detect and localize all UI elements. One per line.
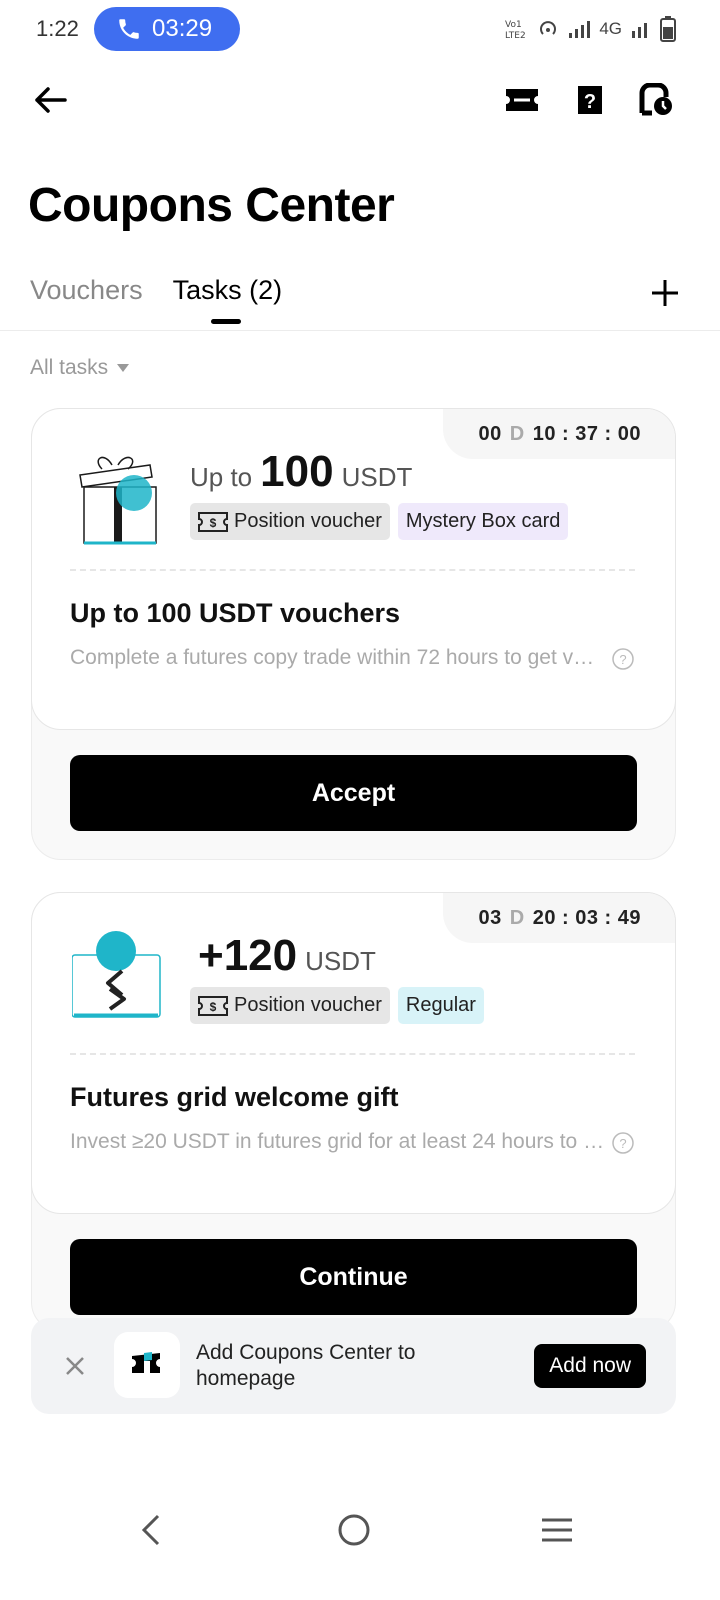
question-circle-icon[interactable]: ? [611,1131,635,1155]
filter-label: All tasks [30,356,109,379]
countdown-timer: 03 D 20 : 03 : 49 [442,893,675,943]
continue-button[interactable]: Continue [70,1239,637,1315]
page-title: Coupons Center [28,179,395,232]
task-description: Complete a futures copy trade within 72 … [70,646,605,669]
divider [0,330,720,331]
history-icon [639,83,672,116]
dashed-divider [70,1053,635,1055]
nav-home-button[interactable] [334,1510,374,1550]
voucher-icon: $ [198,995,228,1016]
amount-value: 100 [260,447,334,496]
svg-text:LTE2: LTE2 [505,31,526,40]
ongoing-call-pill[interactable]: 03:29 [94,7,240,51]
dashed-divider [70,569,635,571]
close-icon[interactable] [61,1352,89,1380]
tab-tasks[interactable]: Tasks (2) [173,275,282,324]
reward-amount: +120 USDT [190,931,376,981]
position-voucher-tag: $ Position voucher [190,503,390,540]
hamburger-menu-icon [542,1518,572,1542]
voucher-icon: $ [198,511,228,532]
task-title: Futures grid welcome gift [70,1082,399,1112]
timer-time: 20 : 03 : 49 [532,906,641,929]
chevron-left-icon [141,1514,160,1546]
amount-unit: USDT [341,462,413,492]
task-title: Up to 100 USDT vouchers [70,598,401,628]
task-card: 00 D 10 : 37 : 00 Up to 100 USDT $ Posit… [31,408,676,860]
tag-row: $ Position voucher Mystery Box card [190,503,569,540]
amount-unit: USDT [305,946,376,976]
volte-icon: Vo1LTE2 [505,20,526,40]
accept-button[interactable]: Accept [70,755,637,831]
timer-day-unit: D [509,422,525,445]
question-document-icon: ? [578,86,602,114]
call-duration: 03:29 [152,15,213,42]
signal-icon [569,21,591,38]
help-button[interactable]: ? [570,80,610,120]
tag-row: $ Position voucher Regular [190,987,484,1024]
svg-text:Vo1: Vo1 [505,20,522,30]
tab-vouchers[interactable]: Vouchers [30,275,143,306]
timer-days: 03 [478,906,502,929]
coupon-app-icon [132,1352,160,1373]
task-card-body: 00 D 10 : 37 : 00 Up to 100 USDT $ Posit… [31,408,676,730]
tag-label: Position voucher [234,510,382,532]
task-card: 03 D 20 : 03 : 49 +120 USDT $ Position v… [31,892,676,1332]
task-card-body: 03 D 20 : 03 : 49 +120 USDT $ Position v… [31,892,676,1214]
signal-icon-2 [632,23,647,38]
battery-icon [660,16,676,42]
arrow-left-icon [35,87,67,113]
amount-value: +120 [198,931,298,980]
svg-text:$: $ [210,1000,217,1014]
reward-amount: Up to 100 USDT [190,447,412,497]
status-time: 1:22 [36,16,79,41]
svg-text:?: ? [619,652,626,667]
task-description: Invest ≥20 USDT in futures grid for at l… [70,1130,605,1153]
circle-home-icon [338,1514,370,1546]
hotspot-icon [540,21,557,35]
banner-text: Add Coupons Center to homepage [196,1341,416,1390]
add-to-homepage-banner: Add Coupons Center to homepage Add now [31,1318,676,1414]
mystery-box-tag: Mystery Box card [397,503,569,540]
ticket-icon [506,89,538,111]
history-button[interactable] [636,80,676,120]
countdown-timer: 00 D 10 : 37 : 00 [442,409,675,459]
ticket-button[interactable] [502,80,542,120]
network-type: 4G [599,19,622,38]
nav-back-button[interactable] [130,1510,170,1550]
task-filter-dropdown[interactable]: All tasks [30,356,130,380]
mystery-gift-box-icon [79,456,157,545]
amount-prefix: Up to [190,462,253,492]
regular-tag: Regular [397,987,484,1024]
question-circle-icon[interactable]: ? [611,647,635,671]
timer-day-unit: D [509,906,525,929]
system-nav-bar [0,1490,720,1570]
add-button[interactable] [648,276,682,310]
plus-icon [652,280,678,306]
add-now-button[interactable]: Add now [534,1344,646,1388]
status-bar: 1:22 03:29 Vo1 LTE2 4G [0,0,720,62]
svg-text:?: ? [584,91,596,113]
status-icons: Vo1 LTE2 4G [505,16,676,42]
nav-menu-button[interactable] [537,1510,577,1550]
svg-text:?: ? [619,1136,626,1151]
grid-gift-icon [72,931,161,1018]
caret-down-icon [117,364,130,372]
tab-bar: Vouchers Tasks (2) [30,275,282,324]
back-button[interactable] [30,80,70,120]
timer-days: 00 [478,422,502,445]
tag-label: Position voucher [234,994,382,1016]
app-icon [114,1332,180,1398]
phone-icon [119,19,139,39]
position-voucher-tag: $ Position voucher [190,987,390,1024]
timer-time: 10 : 37 : 00 [532,422,641,445]
svg-text:$: $ [210,516,217,530]
